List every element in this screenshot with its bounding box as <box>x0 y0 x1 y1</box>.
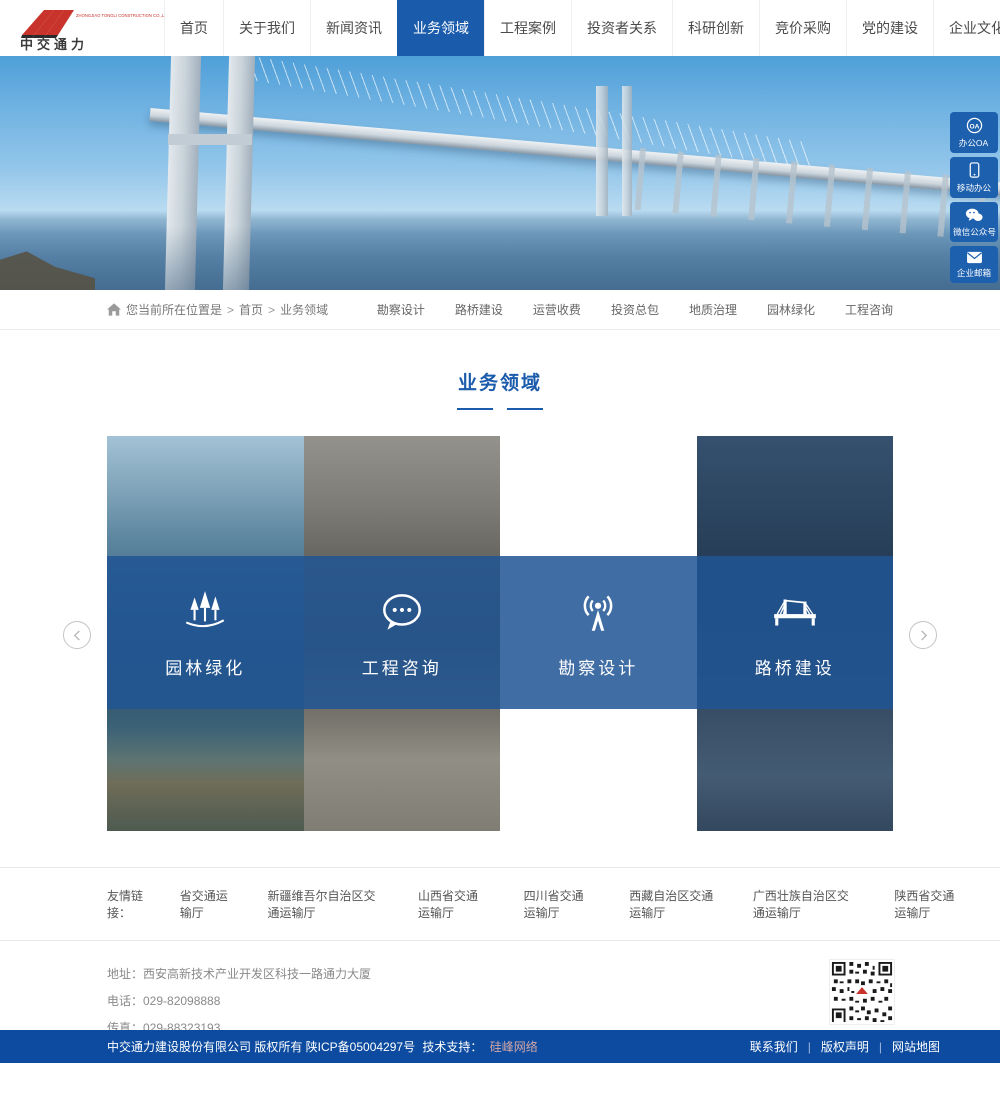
oa-icon: OA <box>966 117 983 134</box>
nav-bidding[interactable]: 竞价采购 <box>759 0 846 56</box>
hero-banner <box>0 56 1000 290</box>
subnav-survey-design[interactable]: 勘察设计 <box>377 301 425 318</box>
enterprise-mail-button[interactable]: 企业邮箱 <box>950 246 998 283</box>
wechat-qr-code <box>829 959 895 1025</box>
copyright-text: 中交通力建设股份有限公司 版权所有 陕ICP备05004297号 技术支持： 硅… <box>107 1038 538 1055</box>
chevron-left-icon <box>72 630 83 641</box>
nav-news[interactable]: 新闻资讯 <box>310 0 397 56</box>
breadcrumb-separator: > <box>227 303 234 317</box>
wechat-official-button[interactable]: 微信公众号 <box>950 202 998 242</box>
bottom-links: 联系我们 | 版权声明 | 网站地图 <box>750 1038 940 1055</box>
logo-subtext: ZHONGJIAO TONGLI CONSTRUCTION CO.,LTD <box>76 13 164 18</box>
breadcrumb-prefix: 您当前所在位置是 <box>126 301 222 318</box>
page-title: 业务领域 <box>0 368 1000 395</box>
nav-projects[interactable]: 工程案例 <box>484 0 571 56</box>
friend-links-label: 友情链接： <box>107 887 152 921</box>
friend-link[interactable]: 省交通运输厅 <box>180 887 234 921</box>
mail-icon <box>966 251 983 264</box>
card-landscaping[interactable]: 园林绿化 <box>107 436 304 831</box>
card-label: 路桥建设 <box>755 654 835 679</box>
friend-link[interactable]: 山西省交通运输厅 <box>418 887 490 921</box>
copyright-bar: 中交通力建设股份有限公司 版权所有 陕ICP备05004297号 技术支持： 硅… <box>0 1030 1000 1063</box>
logo-graphic: ZHONGJIAO TONGLI CONSTRUCTION CO.,LTD 中交… <box>14 5 164 51</box>
svg-text:OA: OA <box>969 123 979 130</box>
nav-party[interactable]: 党的建设 <box>846 0 933 56</box>
friend-link[interactable]: 西藏自治区交通运输厅 <box>629 887 719 921</box>
nav-research[interactable]: 科研创新 <box>672 0 759 56</box>
oa-label: 办公OA <box>959 136 988 148</box>
bridge-icon <box>769 586 821 638</box>
water-graphic <box>0 226 1000 290</box>
footer-address: 地址：西安高新技术产业开发区科技一路通力大厦 <box>107 961 893 988</box>
carousel-next-button[interactable] <box>909 621 937 649</box>
support-vendor-link[interactable]: 硅峰网络 <box>490 1040 538 1054</box>
title-underline <box>0 408 1000 410</box>
subnav-landscaping[interactable]: 园林绿化 <box>767 301 815 318</box>
business-subnav: 勘察设计 路桥建设 运营收费 投资总包 地质治理 园林绿化 工程咨询 <box>377 301 893 318</box>
contact-us-link[interactable]: 联系我们 <box>750 1038 798 1055</box>
card-label: 勘察设计 <box>558 654 638 679</box>
link-divider: | <box>879 1040 882 1054</box>
subnav-consulting[interactable]: 工程咨询 <box>845 301 893 318</box>
breadcrumb-current: 业务领域 <box>280 301 328 318</box>
subnav-investment[interactable]: 投资总包 <box>611 301 659 318</box>
link-divider: | <box>808 1040 811 1054</box>
friend-link[interactable]: 新疆维吾尔自治区交通运输厅 <box>268 887 384 921</box>
business-cards: 园林绿化 工程咨询 <box>107 436 893 831</box>
card-label: 园林绿化 <box>165 654 245 679</box>
main-navigation: 首页 关于我们 新闻资讯 业务领域 工程案例 投资者关系 科研创新 竞价采购 党… <box>164 0 1000 56</box>
copyright: 中交通力建设股份有限公司 版权所有 陕ICP备05004297号 <box>107 1040 415 1054</box>
friend-link[interactable]: 广西壮族自治区交通运输厅 <box>753 887 860 921</box>
oa-office-button[interactable]: OA 办公OA <box>950 112 998 153</box>
nav-business[interactable]: 业务领域 <box>397 0 484 56</box>
card-label: 工程咨询 <box>362 654 442 679</box>
subnav-road-bridge[interactable]: 路桥建设 <box>455 301 503 318</box>
wechat-icon <box>965 207 983 223</box>
section-header: 业务领域 <box>0 330 1000 410</box>
bridge-pylon-graphic <box>596 86 608 216</box>
carousel-prev-button[interactable] <box>63 621 91 649</box>
subnav-geology[interactable]: 地质治理 <box>689 301 737 318</box>
sitemap-link[interactable]: 网站地图 <box>892 1038 940 1055</box>
copyright-notice-link[interactable]: 版权声明 <box>821 1038 869 1055</box>
breadcrumb-home-link[interactable]: 首页 <box>239 301 263 318</box>
breadcrumb-separator: > <box>268 303 275 317</box>
breadcrumb: 您当前所在位置是 > 首页 > 业务领域 <box>107 301 328 318</box>
business-carousel: 园林绿化 工程咨询 <box>107 436 893 831</box>
logo-text: 中交通力 <box>20 37 88 51</box>
bridge-pylon-graphic <box>622 86 632 216</box>
mail-label: 企业邮箱 <box>957 266 991 278</box>
chevron-right-icon <box>918 630 929 641</box>
trees-icon <box>179 586 231 638</box>
mobile-label: 移动办公 <box>957 181 991 193</box>
side-toolbar: OA 办公OA 移动办公 微信公众号 企业邮箱 <box>950 112 998 283</box>
support-label: 技术支持： <box>422 1040 482 1054</box>
card-road-bridge[interactable]: 路桥建设 <box>697 436 894 831</box>
card-survey-design[interactable]: 勘察设计 <box>500 436 697 831</box>
nav-about[interactable]: 关于我们 <box>223 0 310 56</box>
home-icon <box>107 303 121 316</box>
footer-info: 地址：西安高新技术产业开发区科技一路通力大厦 电话：029-82098888 传… <box>0 941 1000 1095</box>
antenna-signal-icon <box>572 586 624 638</box>
friend-link[interactable]: 四川省交通运输厅 <box>524 887 596 921</box>
chat-bubble-icon <box>376 586 428 638</box>
header: ZHONGJIAO TONGLI CONSTRUCTION CO.,LTD 中交… <box>0 0 1000 56</box>
friend-links-bar: 友情链接： 省交通运输厅 新疆维吾尔自治区交通运输厅 山西省交通运输厅 四川省交… <box>0 867 1000 941</box>
footer-phone: 电话：029-82098888 <box>107 988 893 1015</box>
nav-investor[interactable]: 投资者关系 <box>571 0 672 56</box>
card-consulting[interactable]: 工程咨询 <box>304 436 501 831</box>
company-logo[interactable]: ZHONGJIAO TONGLI CONSTRUCTION CO.,LTD 中交… <box>0 0 164 56</box>
subnav-toll-operation[interactable]: 运营收费 <box>533 301 581 318</box>
wechat-label: 微信公众号 <box>953 225 996 237</box>
mobile-phone-icon <box>967 162 982 179</box>
breadcrumb-bar: 您当前所在位置是 > 首页 > 业务领域 勘察设计 路桥建设 运营收费 投资总包… <box>0 290 1000 330</box>
nav-home[interactable]: 首页 <box>164 0 223 56</box>
mobile-office-button[interactable]: 移动办公 <box>950 157 998 198</box>
bridge-beam-graphic <box>168 134 252 145</box>
friend-link[interactable]: 陕西省交通运输厅 <box>894 887 966 921</box>
nav-culture[interactable]: 企业文化 <box>933 0 1000 56</box>
